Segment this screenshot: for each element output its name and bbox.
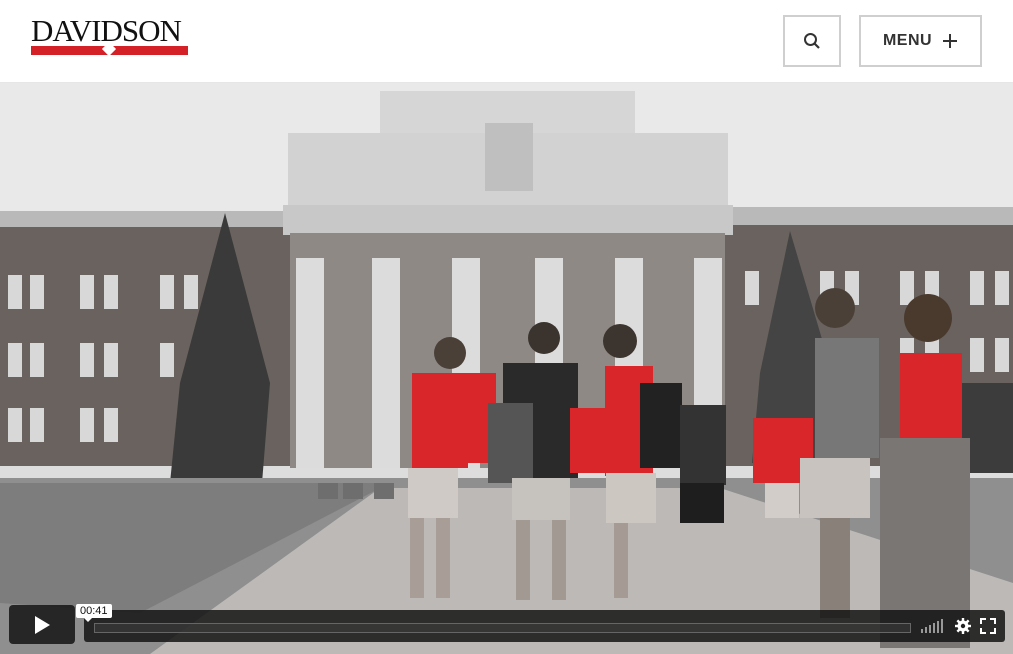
logo-wordmark: DAVIDSON [31, 13, 182, 48]
progress-track[interactable] [94, 623, 911, 633]
control-bar [84, 610, 1005, 642]
menu-button[interactable]: MENU [859, 15, 982, 67]
plus-icon [943, 34, 958, 48]
davidson-logo[interactable]: DAVIDSON [31, 13, 189, 58]
video-controls: 00:41 [0, 600, 1013, 654]
volume-icon[interactable] [921, 619, 947, 633]
search-icon [804, 33, 820, 49]
site-header: DAVIDSON MENU [0, 0, 1013, 83]
fullscreen-icon[interactable] [980, 618, 996, 634]
search-button[interactable] [783, 15, 841, 67]
settings-icon[interactable] [955, 618, 971, 634]
play-icon [35, 615, 50, 634]
video-frame [0, 83, 1013, 654]
play-button[interactable] [9, 605, 75, 644]
current-time-tooltip: 00:41 [76, 604, 112, 622]
menu-label: MENU [882, 32, 933, 49]
hero-video[interactable] [0, 83, 1013, 654]
